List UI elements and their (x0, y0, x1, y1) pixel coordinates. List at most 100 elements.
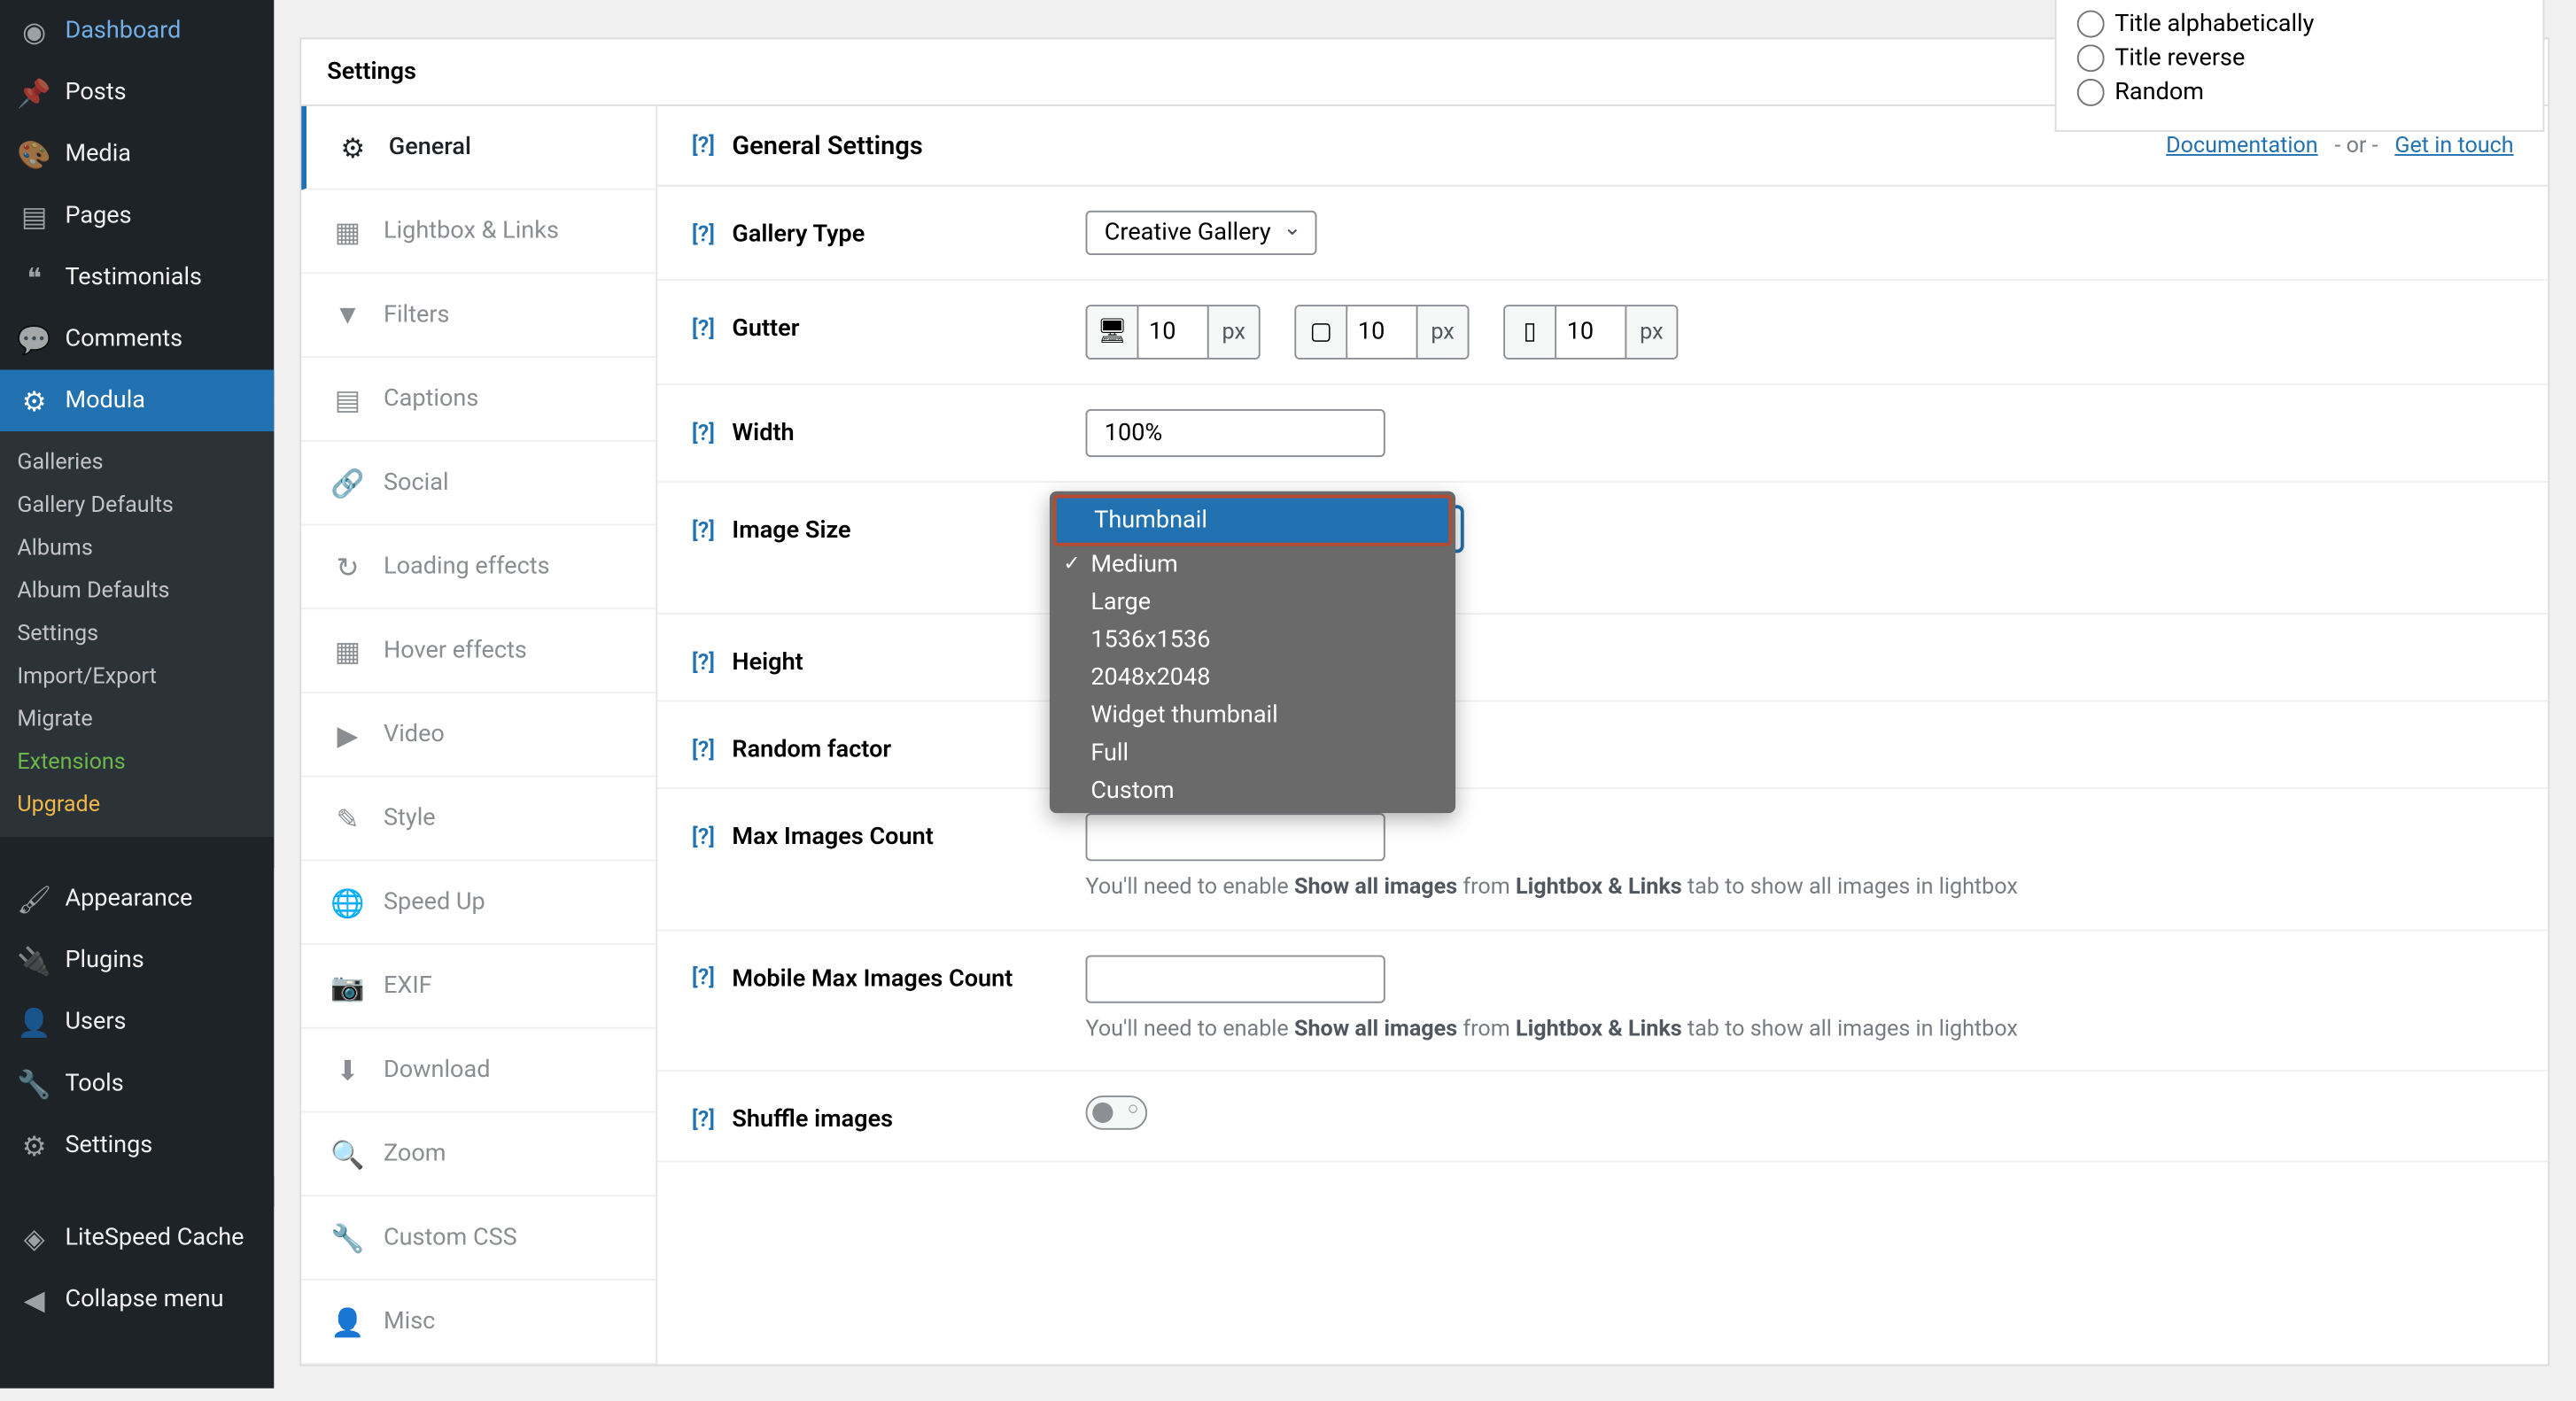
gallery-type-select[interactable]: Creative Gallery (1086, 211, 1317, 255)
sidebar-sub-extensions[interactable]: Extensions (0, 741, 274, 784)
settings-content: [?] General Settings Documentation - or … (657, 106, 2548, 1365)
content-title: General Settings (732, 130, 922, 161)
gutter-mobile[interactable]: ▯px (1503, 305, 1678, 360)
sidebar-sub-album-defaults[interactable]: Album Defaults (0, 570, 274, 613)
help-icon[interactable]: [?] (692, 737, 715, 762)
shuffle-toggle[interactable] (1086, 1095, 1148, 1130)
tab-style[interactable]: ✎Style (301, 778, 656, 862)
tab-video[interactable]: ▶Video (301, 693, 656, 778)
radio-title-alphabetically[interactable]: Title alphabetically (2077, 7, 2523, 42)
dashboard-icon: ◉ (17, 13, 51, 48)
help-icon[interactable]: [?] (692, 133, 715, 159)
collapse-icon: ◀ (17, 1282, 51, 1317)
dropdown-option-1536x1536[interactable]: 1536x1536 (1053, 622, 1452, 660)
mobile-max-input[interactable] (1086, 955, 1385, 1002)
max-images-input[interactable] (1086, 813, 1385, 861)
tab-icon: ⬇ (332, 1055, 363, 1086)
sidebar-item-collapse-menu[interactable]: ◀Collapse menu (0, 1268, 274, 1330)
tab-captions[interactable]: ▤Captions (301, 358, 656, 442)
help-icon[interactable]: [?] (692, 650, 715, 676)
help-icon[interactable]: [?] (692, 316, 715, 342)
gutter-mobile-input[interactable] (1556, 312, 1625, 352)
sidebar-sub-upgrade[interactable]: Upgrade (0, 784, 274, 826)
tab-icon: ▦ (332, 216, 363, 247)
dropdown-option-medium[interactable]: Medium (1053, 546, 1452, 584)
label-width: Width (732, 420, 794, 447)
sidebar-item-plugins[interactable]: 🔌Plugins (0, 930, 274, 992)
media-icon: 🎨 (17, 137, 51, 172)
get-in-touch-link[interactable]: Get in touch (2394, 133, 2513, 159)
tab-icon: 🌐 (332, 886, 363, 917)
dropdown-option-thumbnail[interactable]: Thumbnail (1057, 499, 1449, 543)
tab-misc[interactable]: 👤Misc (301, 1281, 656, 1365)
gutter-tablet[interactable]: ▢px (1294, 305, 1469, 360)
sidebar-sub-albums[interactable]: Albums (0, 527, 274, 569)
tab-social[interactable]: 🔗Social (301, 442, 656, 526)
tab-lightbox-links[interactable]: ▦Lightbox & Links (301, 190, 656, 275)
help-icon[interactable]: [?] (692, 518, 715, 544)
sidebar-item-pages[interactable]: ▤Pages (0, 185, 274, 247)
sidebar-sub-gallery-defaults[interactable]: Gallery Defaults (0, 484, 274, 527)
sidebar-item-dashboard[interactable]: ◉Dashboard (0, 0, 274, 62)
dropdown-option-2048x2048[interactable]: 2048x2048 (1053, 659, 1452, 697)
tab-speed-up[interactable]: 🌐Speed Up (301, 861, 656, 945)
documentation-link[interactable]: Documentation (2166, 133, 2318, 159)
sidebar-item-litespeed-cache[interactable]: ◈LiteSpeed Cache (0, 1207, 274, 1269)
help-icon[interactable]: [?] (692, 1107, 715, 1133)
gutter-desktop-input[interactable] (1138, 312, 1207, 352)
sidebar-sub-settings[interactable]: Settings (0, 613, 274, 655)
tab-custom-css[interactable]: 🔧Custom CSS (301, 1196, 656, 1281)
tab-general[interactable]: ⚙General (301, 106, 656, 190)
sidebar-item-media[interactable]: 🎨Media (0, 123, 274, 185)
tab-icon: ▤ (332, 383, 363, 414)
brush-icon: 🖌 (17, 881, 51, 916)
dropdown-option-custom[interactable]: Custom (1053, 772, 1452, 810)
sidebar-item-posts[interactable]: 📌Posts (0, 62, 274, 124)
main-area: Settings ⌃ ⌄ ▴ ⚙General▦Lightbox & Links… (274, 0, 2575, 1389)
wrench-icon: 🔧 (17, 1066, 51, 1101)
width-input[interactable] (1086, 409, 1385, 457)
dropdown-option-large[interactable]: Large (1053, 584, 1452, 622)
sidebar-item-modula[interactable]: ⚙Modula (0, 370, 274, 432)
help-icon[interactable]: [?] (692, 221, 715, 247)
tab-hover-effects[interactable]: ▦Hover effects (301, 609, 656, 693)
sidebar-sub-galleries[interactable]: Galleries (0, 442, 274, 484)
gutter-desktop[interactable]: 🖥px (1086, 305, 1261, 360)
sort-radio-box: Title alphabeticallyTitle reverseRandom (2055, 0, 2545, 132)
sidebar-item-settings[interactable]: ⚙Settings (0, 1114, 274, 1176)
comment-icon: 💬 (17, 321, 51, 356)
radio-input[interactable] (2077, 79, 2105, 106)
radio-input[interactable] (2077, 11, 2105, 38)
tab-icon: 🔍 (332, 1138, 363, 1169)
help-icon[interactable]: [?] (692, 421, 715, 446)
sidebar-item-tools[interactable]: 🔧Tools (0, 1053, 274, 1115)
tab-download[interactable]: ⬇Download (301, 1029, 656, 1113)
dropdown-option-full[interactable]: Full (1053, 734, 1452, 772)
radio-input[interactable] (2077, 44, 2105, 72)
sidebar-sub-import-export[interactable]: Import/Export (0, 655, 274, 698)
label-gutter: Gutter (732, 315, 799, 343)
label-image-size: Image Size (732, 517, 850, 545)
tab-exif[interactable]: 📷EXIF (301, 945, 656, 1029)
label-gallery-type: Gallery Type (732, 221, 865, 248)
tab-zoom[interactable]: 🔍Zoom (301, 1112, 656, 1196)
tab-icon: ✎ (332, 803, 363, 834)
or-text: - or - (2334, 133, 2378, 159)
tab-loading-effects[interactable]: ↻Loading effects (301, 525, 656, 609)
plug-icon: 🔌 (17, 943, 51, 978)
image-size-dropdown[interactable]: ThumbnailMediumLarge1536x15362048x2048Wi… (1050, 492, 1455, 813)
gutter-tablet-input[interactable] (1347, 312, 1416, 352)
radio-title-reverse[interactable]: Title reverse (2077, 41, 2523, 75)
help-icon[interactable]: [?] (692, 965, 715, 991)
admin-sidebar: ◉Dashboard📌Posts🎨Media▤Pages❝Testimonial… (0, 0, 274, 1389)
sidebar-item-comments[interactable]: 💬Comments (0, 308, 274, 370)
radio-random[interactable]: Random (2077, 75, 2523, 110)
sidebar-sub-migrate[interactable]: Migrate (0, 699, 274, 741)
help-icon[interactable]: [?] (692, 824, 715, 850)
sidebar-item-users[interactable]: 👤Users (0, 991, 274, 1053)
sidebar-item-appearance[interactable]: 🖌Appearance (0, 868, 274, 930)
sidebar-item-testimonials[interactable]: ❝Testimonials (0, 246, 274, 308)
label-max-images: Max Images Count (732, 824, 933, 851)
dropdown-option-widget-thumbnail[interactable]: Widget thumbnail (1053, 697, 1452, 735)
tab-filters[interactable]: ▼Filters (301, 274, 656, 358)
